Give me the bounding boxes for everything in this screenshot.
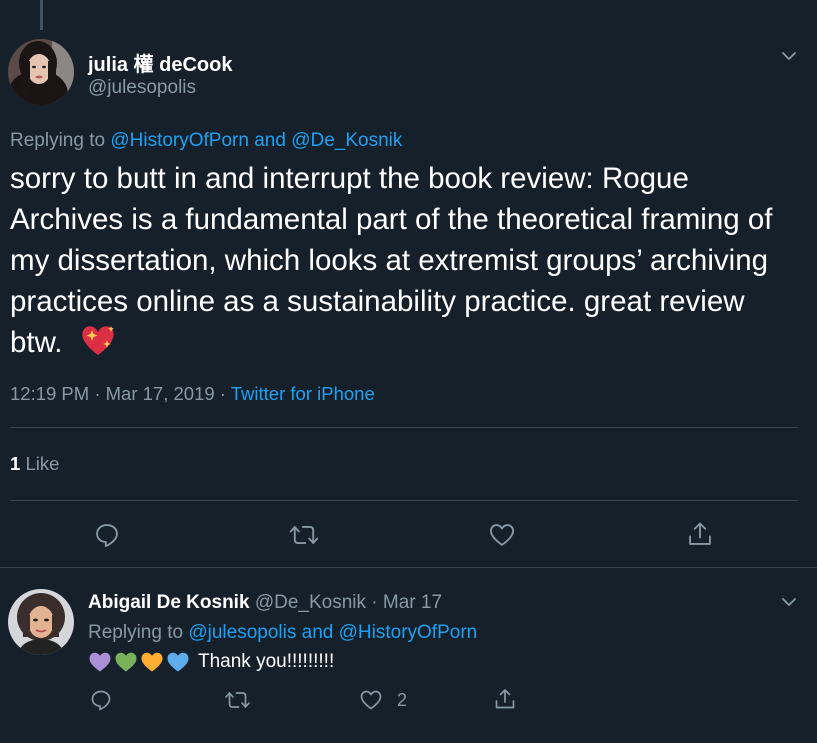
tweet-source-link[interactable]: Twitter for iPhone <box>231 383 375 404</box>
like-button[interactable]: 2 <box>359 688 407 712</box>
like-label: Like <box>25 453 60 474</box>
tweet-date[interactable]: Mar 17, 2019 <box>106 383 215 404</box>
divider <box>10 500 798 501</box>
retweet-icon <box>289 526 319 544</box>
tweet-body: sorry to butt in and interrupt the book … <box>10 162 773 359</box>
orange-heart-icon <box>141 652 163 672</box>
chevron-down-icon[interactable] <box>780 47 798 65</box>
tweet-meta: 12:19 PM · Mar 17, 2019 · Twitter for iP… <box>10 383 375 405</box>
avatar[interactable] <box>8 589 74 655</box>
avatar[interactable] <box>8 39 74 105</box>
replying-and: and <box>301 622 334 643</box>
like-button[interactable] <box>488 521 516 549</box>
replying-to: Replying to @HistoryOfPorn and @De_Kosni… <box>10 130 402 152</box>
share-button[interactable] <box>493 687 517 711</box>
share-button[interactable] <box>686 520 714 548</box>
meta-separator: · <box>371 592 378 613</box>
reply-icon <box>96 524 118 548</box>
reply-body: Thank you!!!!!!!!! <box>198 651 335 672</box>
author-handle[interactable]: @De_Kosnik <box>255 592 366 613</box>
replying-and: and <box>254 130 286 151</box>
replying-to: Replying to @julesopolis and @HistoryOfP… <box>88 622 477 644</box>
reply-icon <box>91 690 111 711</box>
sparkling-heart-icon <box>82 326 114 355</box>
purple-heart-icon <box>89 652 111 672</box>
tweet-text: sorry to butt in and interrupt the book … <box>10 158 800 363</box>
main-tweet: julia 權 deCook @julesopolis Replying to … <box>0 0 817 568</box>
reply-button[interactable] <box>93 521 121 549</box>
replying-prefix: Replying to <box>88 622 184 643</box>
mention-link[interactable]: @julesopolis <box>188 622 296 643</box>
divider <box>10 427 798 428</box>
mention-link[interactable]: @De_Kosnik <box>291 130 402 151</box>
share-icon <box>495 689 515 709</box>
author-name[interactable]: julia 權 deCook <box>88 48 232 77</box>
share-icon <box>689 522 711 545</box>
mention-link[interactable]: @HistoryOfPorn <box>110 130 249 151</box>
likes-summary[interactable]: 1 Like <box>10 453 59 475</box>
author-handle[interactable]: @julesopolis <box>88 77 196 99</box>
like-count: 1 <box>10 453 21 474</box>
replying-prefix: Replying to <box>10 130 106 151</box>
retweet-icon <box>225 692 250 708</box>
author-name[interactable]: Abigail De Kosnik <box>88 592 250 613</box>
green-heart-icon <box>115 652 137 672</box>
like-count: 2 <box>397 689 408 710</box>
tweet-date[interactable]: Mar 17 <box>383 592 442 613</box>
like-icon <box>360 690 382 710</box>
mention-link[interactable]: @HistoryOfPorn <box>339 622 478 643</box>
retweet-button[interactable] <box>289 521 319 549</box>
reply-button[interactable] <box>89 688 113 712</box>
tweet-text: Thank you!!!!!!!!! <box>88 650 334 674</box>
meta-separator: · <box>94 383 101 404</box>
blue-heart-icon <box>167 652 189 672</box>
tweet-time[interactable]: 12:19 PM <box>10 383 89 404</box>
chevron-down-icon[interactable] <box>780 593 798 611</box>
reply-header: Abigail De Kosnik @De_Kosnik · Mar 17 <box>88 592 442 614</box>
like-icon <box>489 524 515 546</box>
meta-separator: · <box>219 383 226 404</box>
retweet-button[interactable] <box>224 688 251 712</box>
